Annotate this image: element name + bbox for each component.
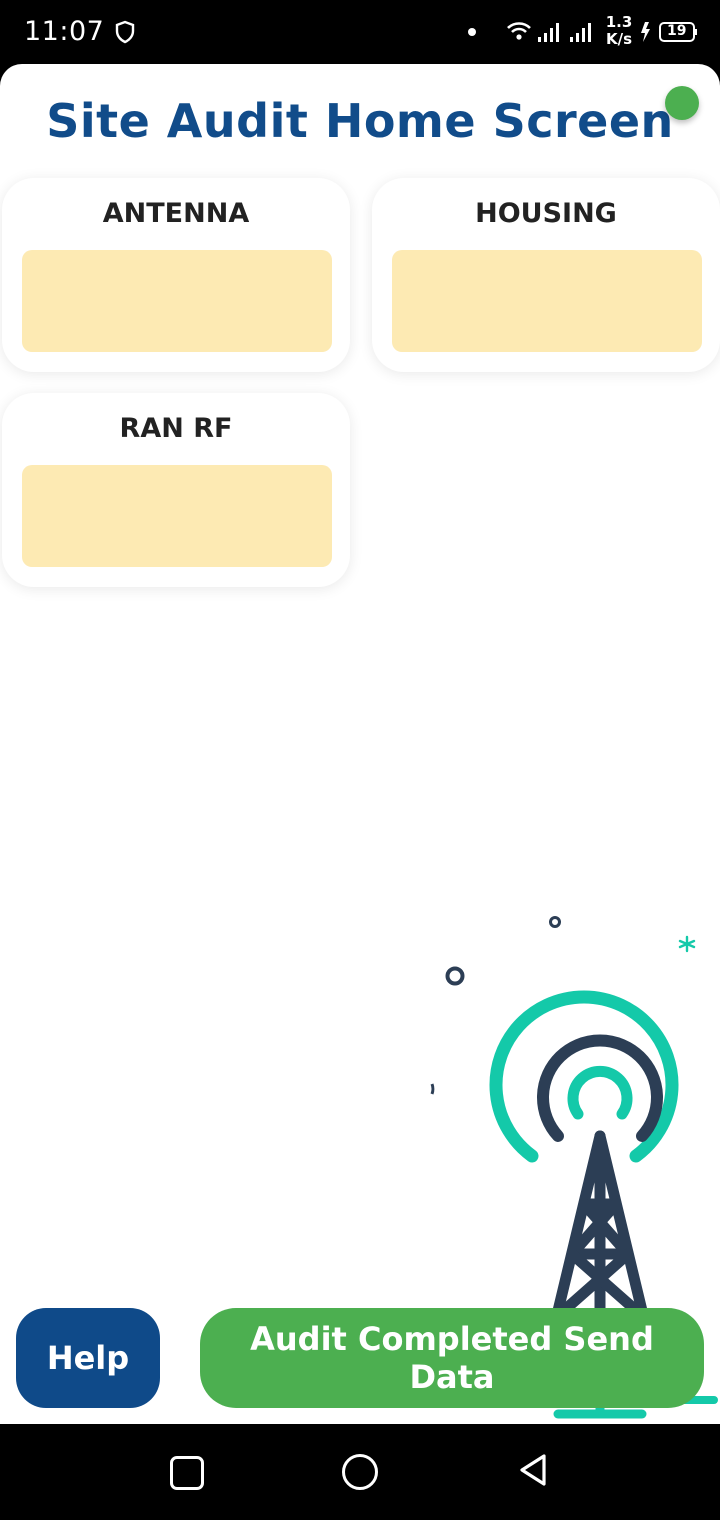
signal-icon [538,23,559,42]
card-content-area[interactable] [22,465,332,567]
status-time: 11:07 [24,16,105,47]
battery-level: 19 [667,23,687,39]
card-label: RAN RF [119,413,233,444]
card-antenna[interactable]: ANTENNA [2,178,350,372]
send-data-button[interactable]: Audit Completed Send Data [200,1308,704,1408]
navigation-bar [0,1424,720,1520]
help-button[interactable]: Help [16,1308,160,1408]
back-icon[interactable] [516,1452,552,1488]
card-content-area[interactable] [392,250,702,352]
app-screen: Site Audit Home Screen ANTENNA HOUSING R… [0,64,720,1424]
card-ran-rf[interactable]: RAN RF [2,393,350,587]
connection-status-indicator [665,86,699,120]
recent-apps-icon[interactable] [170,1456,204,1490]
wifi-icon [507,22,531,40]
shield-icon [115,20,135,44]
home-icon[interactable] [342,1454,378,1490]
card-content-area[interactable] [22,250,332,352]
notification-dot [468,28,476,36]
status-bar: 11:07 1.3 K/s 19 [0,0,720,64]
page-title: Site Audit Home Screen [46,94,674,148]
network-speed: 1.3 K/s [605,13,633,48]
card-label: ANTENNA [102,198,250,229]
card-housing[interactable]: HOUSING [372,178,720,372]
card-label: HOUSING [475,198,617,229]
signal-icon-2 [570,23,591,42]
